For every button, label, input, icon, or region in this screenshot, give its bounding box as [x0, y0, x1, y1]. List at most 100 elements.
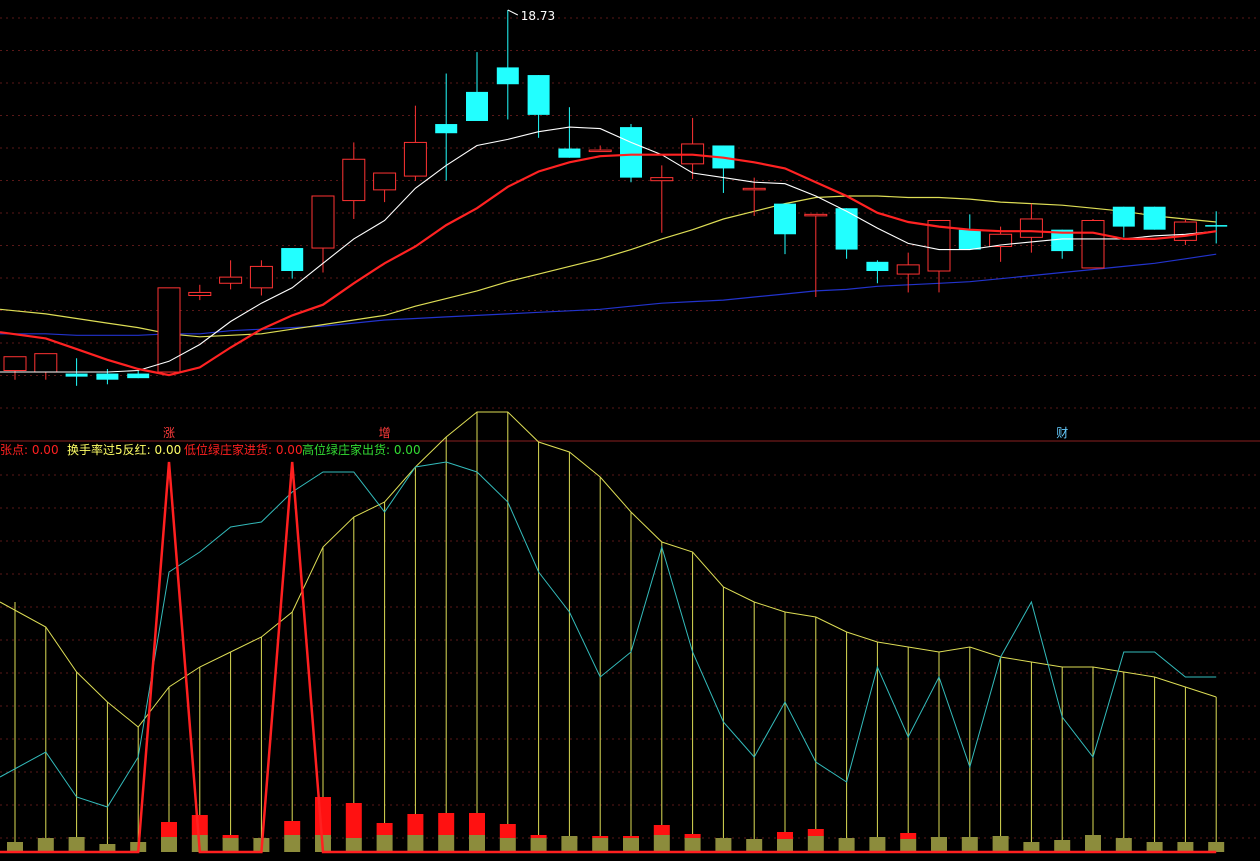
candle	[157, 287, 181, 373]
price-grid	[0, 17, 1260, 409]
candle-body	[311, 195, 335, 249]
candle	[311, 195, 335, 273]
candle	[435, 73, 458, 181]
candle-body	[742, 187, 766, 191]
olive-bar	[592, 838, 609, 852]
red-bar	[315, 797, 331, 835]
candle	[958, 214, 981, 250]
candle-body	[466, 91, 488, 121]
red-bar	[438, 813, 455, 835]
legend-item-zhangdian: 张点: 0.00	[0, 443, 59, 457]
olive-bar	[1146, 842, 1163, 852]
candle-body	[281, 248, 304, 272]
candle	[1205, 211, 1228, 244]
signal-spike-line	[0, 461, 1217, 854]
candle-body	[65, 373, 88, 377]
olive-bar	[161, 837, 177, 852]
candle	[588, 145, 612, 153]
candle	[927, 219, 951, 293]
olive-bar	[1177, 842, 1194, 852]
candle	[558, 107, 581, 158]
event-marker: 增	[379, 426, 391, 440]
candle	[896, 252, 920, 293]
red-bar	[222, 835, 239, 838]
candle	[3, 356, 27, 380]
candle-body	[342, 158, 366, 202]
candle-body	[3, 356, 27, 372]
olive-bar	[1115, 838, 1132, 852]
olive-bar	[7, 842, 23, 852]
olive-bar	[561, 836, 578, 852]
indicator-yellow-line	[0, 411, 1217, 728]
candle-body	[1143, 206, 1166, 230]
candle	[1143, 206, 1166, 230]
candle-body	[1081, 219, 1105, 269]
candle	[527, 75, 550, 138]
candle-body	[373, 172, 397, 191]
candle-body	[527, 75, 550, 115]
candle	[866, 260, 889, 284]
olive-bar	[777, 839, 793, 852]
candle	[804, 213, 828, 298]
red-bar	[191, 815, 208, 835]
candle	[712, 145, 735, 193]
legend-item-turnover: 换手率过5反红: 0.00	[67, 442, 181, 457]
event-marker: 涨	[163, 425, 175, 440]
candle	[742, 177, 766, 216]
red-bar	[284, 821, 301, 835]
candle-body	[1019, 218, 1043, 238]
candle	[466, 52, 488, 121]
olive-bar	[869, 837, 886, 852]
candle-body	[835, 208, 858, 250]
candle-body	[249, 265, 273, 289]
olive-bar	[1085, 835, 1101, 852]
candle-body	[804, 213, 828, 217]
olive-bar	[900, 839, 917, 852]
candle	[188, 284, 212, 301]
olive-bar	[961, 837, 978, 852]
olive-bar	[530, 838, 547, 852]
red-bar	[684, 834, 701, 838]
olive-bar	[222, 838, 239, 852]
red-bar	[592, 836, 609, 838]
candle	[496, 10, 519, 120]
olive-bar	[992, 836, 1009, 852]
candle-body	[650, 177, 674, 182]
candle	[1173, 218, 1197, 245]
candle-body	[403, 141, 427, 177]
candle	[34, 353, 58, 380]
olive-bar	[284, 835, 301, 852]
candle	[681, 117, 705, 180]
indicator-panel	[0, 411, 1225, 854]
red-bar	[345, 803, 362, 838]
olive-bar	[345, 838, 362, 852]
olive-bar	[469, 835, 485, 852]
red-bar	[777, 832, 793, 839]
ma-blue-line	[0, 253, 1217, 336]
candle	[281, 248, 304, 279]
candle-body	[958, 229, 981, 250]
olive-bar	[499, 838, 516, 852]
legend-item-low-accumulate: 低位绿庄家进货: 0.00	[184, 442, 303, 457]
candle-body	[1112, 206, 1135, 227]
olive-bar	[746, 839, 763, 852]
red-bar	[900, 833, 917, 839]
candle	[403, 105, 427, 181]
red-bar	[623, 836, 639, 838]
olive-bar	[838, 838, 855, 852]
event-marker: 财	[1056, 426, 1068, 440]
candle	[1081, 218, 1105, 269]
candle-body	[558, 148, 581, 158]
red-bar	[376, 823, 393, 835]
candle-body	[896, 264, 920, 275]
olive-bar	[653, 835, 670, 852]
max-price-label: 18.73	[521, 9, 555, 23]
olive-bar	[807, 836, 824, 852]
candle	[249, 260, 273, 296]
candle	[373, 172, 397, 203]
candle-body	[620, 127, 642, 178]
olive-bar	[407, 835, 424, 852]
candle-body	[157, 287, 181, 373]
candle-body	[34, 353, 58, 373]
candle-body	[866, 261, 889, 272]
